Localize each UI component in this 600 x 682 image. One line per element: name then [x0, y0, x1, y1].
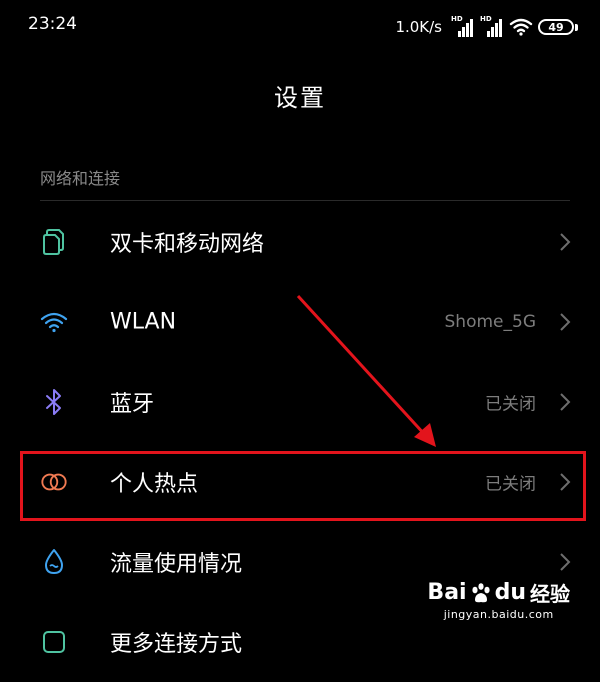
bluetooth-icon [40, 388, 68, 416]
chevron-right-icon [560, 313, 571, 331]
settings-item-value: Shome_5G [444, 312, 536, 332]
watermark-brand-a: Bai [427, 580, 467, 605]
watermark-product: 经验 [530, 582, 570, 606]
settings-item-value: 已关闭 [485, 394, 536, 415]
signal-icon-sim2: HD [480, 15, 504, 37]
watermark-brand-b: du [494, 580, 526, 605]
paw-icon [471, 582, 490, 602]
settings-item-label: 更多连接方式 [110, 632, 243, 657]
signal-icon-sim1: HD [451, 15, 475, 37]
wifi-icon [40, 308, 68, 336]
chevron-right-icon [560, 233, 571, 251]
chevron-right-icon [560, 393, 571, 411]
annotation-highlight-box [20, 451, 586, 521]
settings-item-wlan[interactable]: WLAN Shome_5G [0, 282, 600, 362]
section-divider [40, 200, 570, 201]
sim-card-icon [40, 228, 68, 256]
settings-item-label: 蓝牙 [110, 392, 155, 417]
battery-icon: 49 [538, 19, 574, 35]
status-time: 23:24 [28, 14, 77, 34]
section-header: 网络和连接 [40, 169, 121, 188]
settings-item-label: 流量使用情况 [110, 552, 243, 577]
wifi-status-icon [509, 18, 533, 36]
settings-item-bluetooth[interactable]: 蓝牙 已关闭 [0, 362, 600, 442]
watermark-url: jingyan.baidu.com [443, 608, 554, 621]
battery-level: 49 [548, 20, 564, 34]
watermark: Bai du 经验 jingyan.baidu.com [427, 578, 570, 621]
settings-item-label: WLAN [110, 309, 177, 335]
settings-item-dual-sim[interactable]: 双卡和移动网络 [0, 202, 600, 282]
water-drop-icon [40, 548, 68, 576]
watermark-logo: Bai du 经验 [427, 578, 570, 607]
status-bar: 23:24 1.0K/s HD HD 49 [0, 0, 600, 52]
chevron-right-icon [560, 553, 571, 571]
battery-nub [575, 23, 578, 31]
network-speed: 1.0K/s [395, 18, 442, 36]
status-icons: 1.0K/s HD HD 49 [395, 13, 578, 41]
settings-item-label: 双卡和移动网络 [110, 232, 265, 257]
page-title: 设置 [274, 84, 326, 112]
more-connections-icon [40, 628, 68, 656]
